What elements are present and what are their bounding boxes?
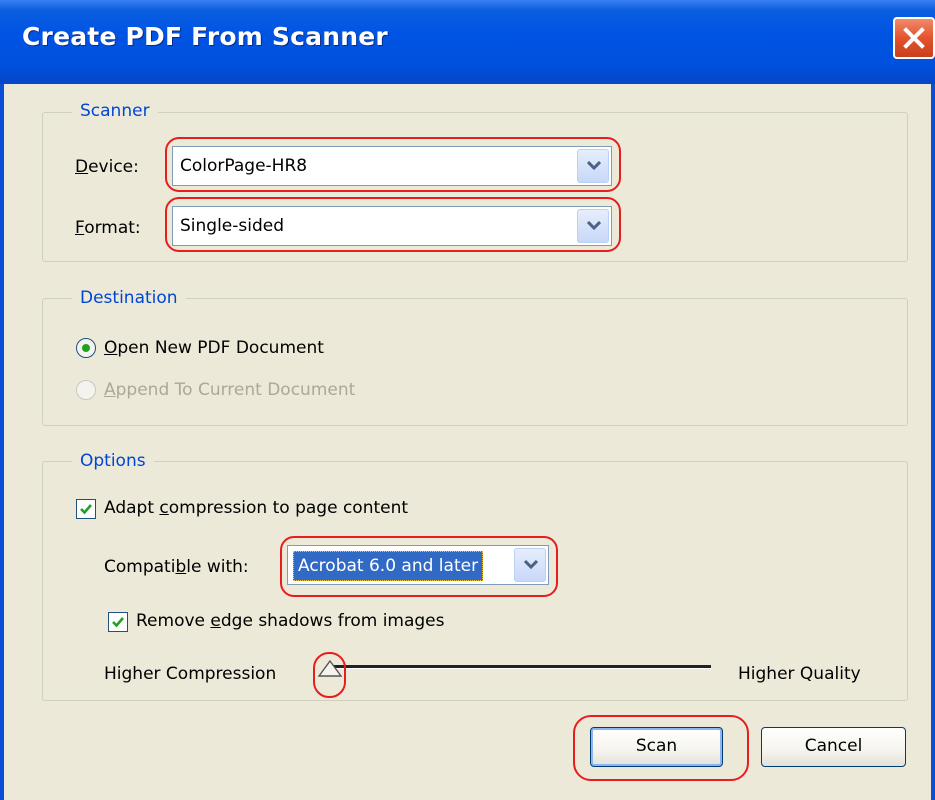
adapt-compression-label[interactable]: Adapt compression to page content (104, 497, 408, 519)
checkmark-icon (112, 617, 124, 628)
compatible-with-dropdown-button[interactable] (514, 548, 546, 582)
device-dropdown-button[interactable] (577, 149, 609, 183)
slider-right-label: Higher Quality (738, 664, 861, 684)
chevron-down-icon (587, 221, 601, 231)
scan-button[interactable]: Scan (590, 727, 723, 767)
append-to-current-radio (76, 380, 96, 400)
compatible-with-label: Compatible with: (104, 557, 249, 577)
close-icon (903, 27, 925, 49)
remove-edge-shadows-checkbox[interactable] (108, 612, 128, 632)
open-new-pdf-label[interactable]: Open New PDF Document (104, 337, 324, 359)
chevron-down-icon (587, 161, 601, 171)
compatible-with-value: Acrobat 6.0 and later (293, 551, 484, 581)
scanner-legend: Scanner (72, 100, 158, 122)
compatible-with-dropdown[interactable]: Acrobat 6.0 and later (287, 545, 549, 585)
title-bar[interactable]: Create PDF From Scanner (0, 0, 935, 84)
remove-edge-shadows-label[interactable]: Remove edge shadows from images (136, 610, 445, 632)
device-dropdown[interactable]: ColorPage-HR8 (172, 146, 612, 186)
window-title: Create PDF From Scanner (22, 22, 388, 51)
destination-group (42, 298, 908, 426)
close-button[interactable] (893, 17, 935, 59)
window-border-left (0, 84, 4, 800)
cancel-button[interactable]: Cancel (761, 727, 906, 767)
format-dropdown[interactable]: Single-sided (172, 206, 612, 246)
window-border-right (931, 84, 935, 800)
destination-legend: Destination (72, 287, 186, 309)
format-label: Format: (75, 218, 141, 238)
open-new-pdf-radio[interactable] (76, 338, 96, 358)
chevron-down-icon (524, 560, 538, 570)
compression-slider-track[interactable] (333, 665, 711, 669)
format-value: Single-sided (180, 216, 285, 236)
compression-slider-thumb[interactable] (317, 660, 343, 678)
checkmark-icon (80, 504, 92, 515)
slider-left-label: Higher Compression (104, 664, 277, 684)
create-pdf-dialog: Create PDF From Scanner Scanner Device: … (0, 0, 935, 800)
radio-selected-dot (82, 344, 90, 352)
device-value: ColorPage-HR8 (180, 156, 308, 176)
format-dropdown-button[interactable] (577, 209, 609, 243)
append-to-current-label: Append To Current Document (104, 380, 356, 400)
options-legend: Options (72, 450, 154, 472)
adapt-compression-checkbox[interactable] (76, 499, 96, 519)
device-label: Device: (75, 157, 139, 177)
